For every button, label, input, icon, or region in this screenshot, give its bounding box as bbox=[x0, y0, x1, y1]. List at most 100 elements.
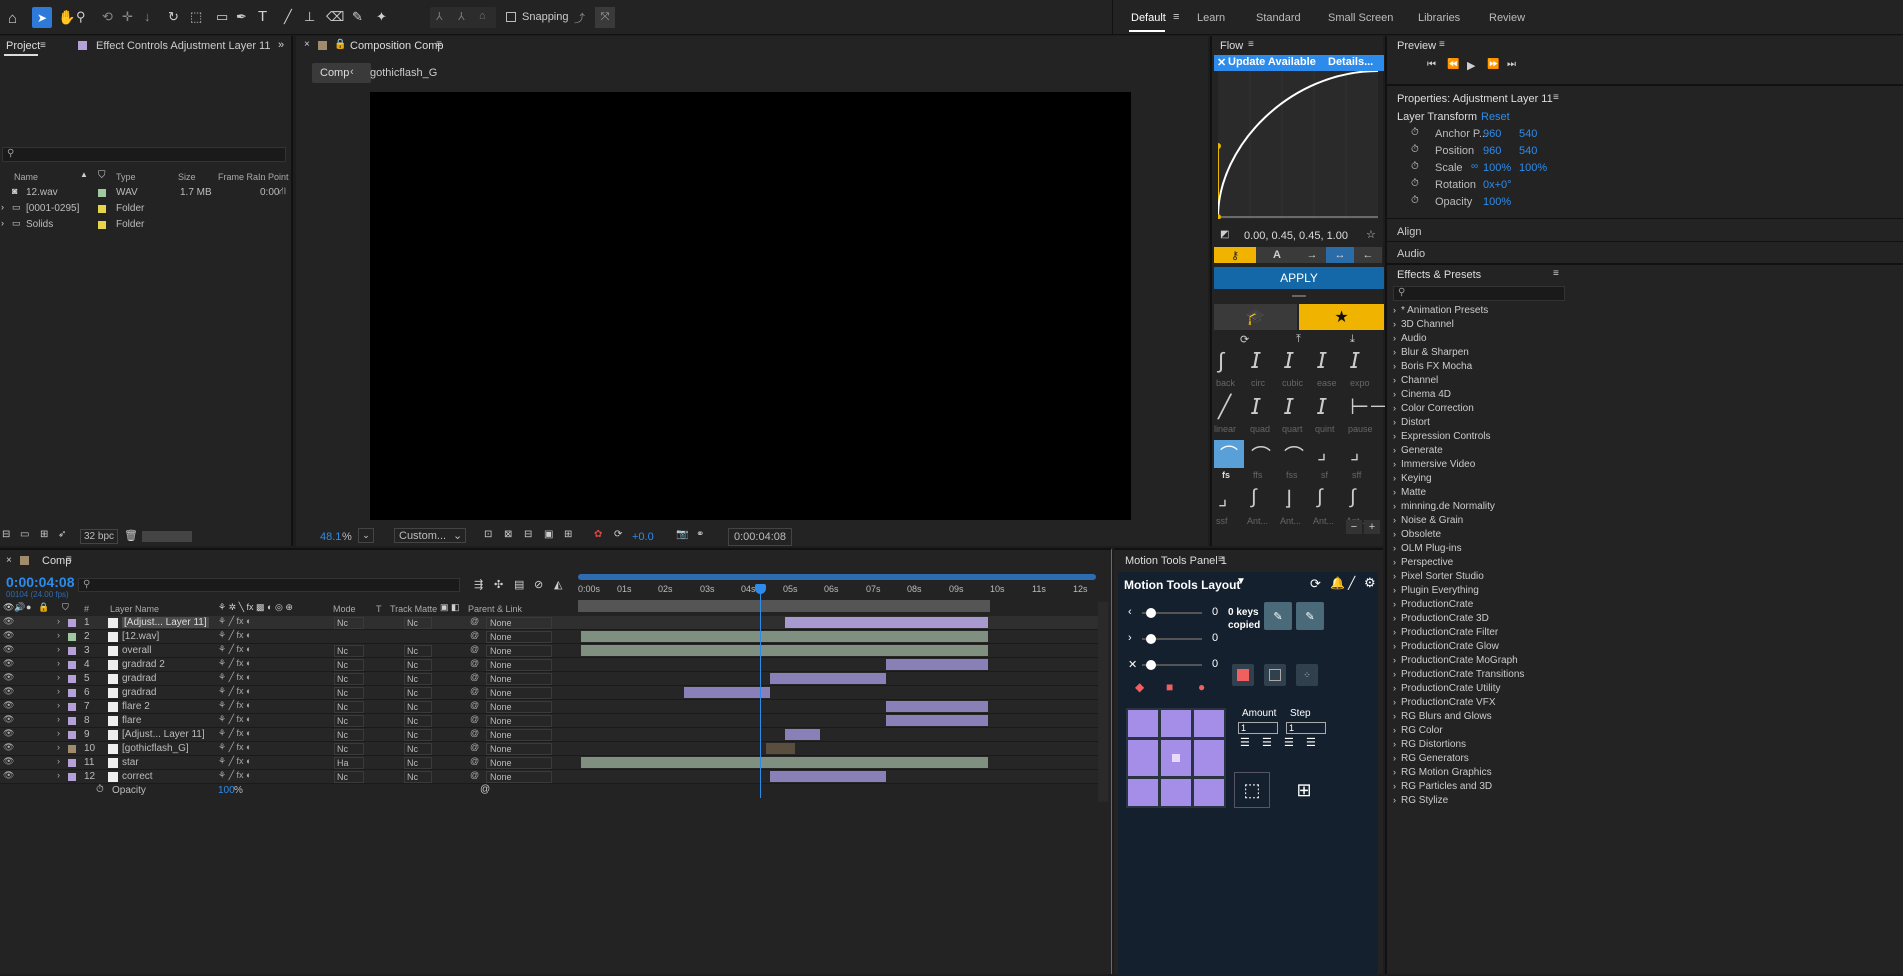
timeline-search-input[interactable]: ⚲ bbox=[78, 578, 460, 592]
audio-switch-icon[interactable]: 🔊 bbox=[14, 602, 25, 613]
expand-icon[interactable]: › bbox=[57, 630, 60, 640]
playhead[interactable] bbox=[760, 584, 761, 798]
view-dropdown[interactable]: Custom... ⌄ bbox=[394, 528, 466, 543]
puppet-tool-icon[interactable]: ✦ bbox=[376, 9, 387, 25]
col-layer-name[interactable]: Layer Name bbox=[110, 604, 159, 614]
eye-icon[interactable]: 👁 bbox=[3, 770, 14, 781]
col-in-point[interactable]: In Point bbox=[258, 172, 289, 182]
effects-category[interactable]: › ProductionCrate Transitions bbox=[1393, 669, 1565, 683]
layer-label-swatch[interactable] bbox=[68, 745, 76, 753]
mode-dropdown[interactable]: Nc bbox=[334, 729, 364, 741]
render-queue-icon[interactable]: ➶ bbox=[58, 529, 66, 540]
selection-tool-icon[interactable]: ➤ bbox=[32, 7, 52, 28]
chevron-down-icon[interactable]: ▼ bbox=[1236, 576, 1246, 587]
plus-button[interactable]: + bbox=[1364, 520, 1380, 534]
effects-category[interactable]: › Generate bbox=[1393, 445, 1565, 459]
tab-project[interactable]: Project bbox=[6, 40, 40, 52]
layer-switches[interactable]: ⚘ ╱ fx ◐ bbox=[218, 700, 251, 711]
layer-switches[interactable]: ⚘ ╱ fx ◐ bbox=[218, 672, 251, 683]
comp-mini-flowchart-icon[interactable]: ⇶ bbox=[474, 578, 483, 591]
expand-icon[interactable]: › bbox=[1393, 711, 1396, 721]
col-mode[interactable]: Mode bbox=[333, 604, 356, 614]
expand-icon[interactable]: › bbox=[1393, 753, 1396, 763]
effects-category[interactable]: › Color Correction bbox=[1393, 403, 1565, 417]
col-name[interactable]: Name bbox=[14, 172, 38, 182]
thumbnail-slider[interactable] bbox=[142, 531, 192, 542]
fast-preview-icon[interactable]: ⊡ bbox=[484, 529, 492, 540]
expand-icon[interactable]: › bbox=[1393, 781, 1396, 791]
property-value[interactable]: 0x+0° bbox=[1483, 179, 1512, 191]
parent-dropdown[interactable]: None bbox=[486, 687, 552, 699]
pen-tool-icon[interactable]: ✒ bbox=[236, 9, 247, 25]
expand-icon[interactable]: › bbox=[1393, 319, 1396, 329]
label-icon[interactable]: ⛉ bbox=[98, 170, 106, 181]
workspace-standard[interactable]: Standard bbox=[1256, 12, 1301, 24]
table-row[interactable]: 👁 › 9 [Adjust... Layer 11] ⚘ ╱ fx ◐ Nc Nc @ None bbox=[0, 728, 1103, 742]
tab-effect-controls[interactable]: Effect Controls Adjustment Layer 11 bbox=[96, 40, 270, 52]
edit-icon[interactable]: ◩ bbox=[1220, 229, 1229, 240]
stopwatch-icon[interactable]: ⏱ bbox=[1411, 161, 1419, 172]
slider-both[interactable]: ✕ 0 bbox=[1128, 658, 1218, 672]
effects-category[interactable]: › RG Motion Graphics bbox=[1393, 767, 1565, 781]
col-type[interactable]: Type bbox=[116, 172, 136, 182]
paste-keys-icon[interactable]: ✎ bbox=[1296, 602, 1324, 630]
keyframe-circle-icon[interactable]: ● bbox=[1198, 680, 1205, 694]
expand-icon[interactable]: › bbox=[1393, 697, 1396, 707]
preset-quart[interactable]: 𝘐quart bbox=[1280, 394, 1310, 438]
details-link[interactable]: Details... bbox=[1328, 56, 1373, 68]
arrow-left-icon[interactable]: ← bbox=[1354, 247, 1382, 263]
layer-switches[interactable]: ⚘ ╱ fx ◐ bbox=[218, 714, 251, 725]
mode-dropdown[interactable]: Nc bbox=[334, 771, 364, 783]
table-row[interactable]: 👁 › 7 flare 2 ⚘ ╱ fx ◐ Nc Nc @ None bbox=[0, 700, 1103, 714]
track-matte-dropdown[interactable]: Nc bbox=[404, 715, 432, 727]
layer-switches[interactable]: ⚘ ╱ fx ◐ bbox=[218, 756, 251, 767]
anchor-tool-icon[interactable]: ⬚ bbox=[190, 9, 202, 25]
pickwhip-icon[interactable]: @ bbox=[470, 714, 479, 724]
layer-label-swatch[interactable] bbox=[68, 647, 76, 655]
slider-in[interactable]: ‹ 0 bbox=[1128, 606, 1218, 620]
mode-dropdown[interactable]: Nc bbox=[334, 617, 364, 629]
sort-icon[interactable]: ▲ bbox=[80, 170, 88, 179]
mode-dropdown[interactable]: Nc bbox=[334, 645, 364, 657]
motion-blur-icon[interactable]: ◭ bbox=[554, 578, 562, 591]
stopwatch-icon[interactable]: ⏱ bbox=[96, 784, 104, 795]
expand-icon[interactable]: › bbox=[57, 700, 60, 710]
video-switch-icon[interactable]: 👁 bbox=[3, 602, 14, 613]
refresh-icon[interactable]: ⟳ bbox=[1240, 333, 1249, 346]
stopwatch-icon[interactable]: ⏱ bbox=[1411, 127, 1419, 138]
effects-category[interactable]: › Distort bbox=[1393, 417, 1565, 431]
slider-thumb[interactable] bbox=[1146, 634, 1156, 644]
draft-3d-icon[interactable]: ✣ bbox=[494, 578, 503, 591]
track-matte-dropdown[interactable]: Nc bbox=[404, 743, 432, 755]
track-matte-dropdown[interactable]: Nc bbox=[404, 645, 432, 657]
layer-switches[interactable]: ⚘ ╱ fx ◐ bbox=[218, 728, 251, 739]
mode-dropdown[interactable]: Ha bbox=[334, 757, 364, 769]
close-icon[interactable]: × bbox=[6, 555, 12, 566]
effects-category[interactable]: › Noise & Grain bbox=[1393, 515, 1565, 529]
property-value[interactable]: 960 bbox=[1483, 145, 1501, 157]
layer-switches[interactable]: ⚘ ╱ fx ◐ bbox=[218, 686, 251, 697]
eye-icon[interactable]: 👁 bbox=[3, 658, 14, 669]
grid-guides-icon[interactable]: ⊞ bbox=[564, 529, 572, 540]
pickwhip-icon[interactable]: @ bbox=[470, 770, 479, 780]
expand-icon[interactable]: › bbox=[1393, 515, 1396, 525]
expand-icon[interactable]: › bbox=[1393, 613, 1396, 623]
preset-ssf[interactable]: ⌟ ssf bbox=[1214, 486, 1244, 530]
align-right-icon[interactable]: ☰ bbox=[1306, 736, 1316, 749]
preset-back[interactable]: ∫ back bbox=[1214, 348, 1244, 392]
preset-quad[interactable]: 𝘐quad bbox=[1247, 394, 1277, 438]
effects-category[interactable]: › ProductionCrate Filter bbox=[1393, 627, 1565, 641]
layer-name[interactable]: flare bbox=[122, 715, 141, 726]
anchor-cell[interactable] bbox=[1194, 740, 1224, 776]
expand-icon[interactable]: › bbox=[1393, 375, 1396, 385]
expand-icon[interactable]: › bbox=[1393, 739, 1396, 749]
parent-dropdown[interactable]: None bbox=[486, 645, 552, 657]
layer-name[interactable]: gradrad bbox=[122, 673, 156, 684]
effects-category[interactable]: › Keying bbox=[1393, 473, 1565, 487]
effects-category[interactable]: › Blur & Sharpen bbox=[1393, 347, 1565, 361]
property-value[interactable]: 960 bbox=[1483, 128, 1501, 140]
current-time-display[interactable]: 0:00:04:08 bbox=[728, 528, 792, 546]
parent-dropdown[interactable]: None bbox=[486, 631, 552, 643]
layer-bar[interactable] bbox=[581, 631, 988, 642]
bezier-values[interactable]: 0.00, 0.45, 0.45, 1.00 bbox=[1244, 230, 1348, 242]
